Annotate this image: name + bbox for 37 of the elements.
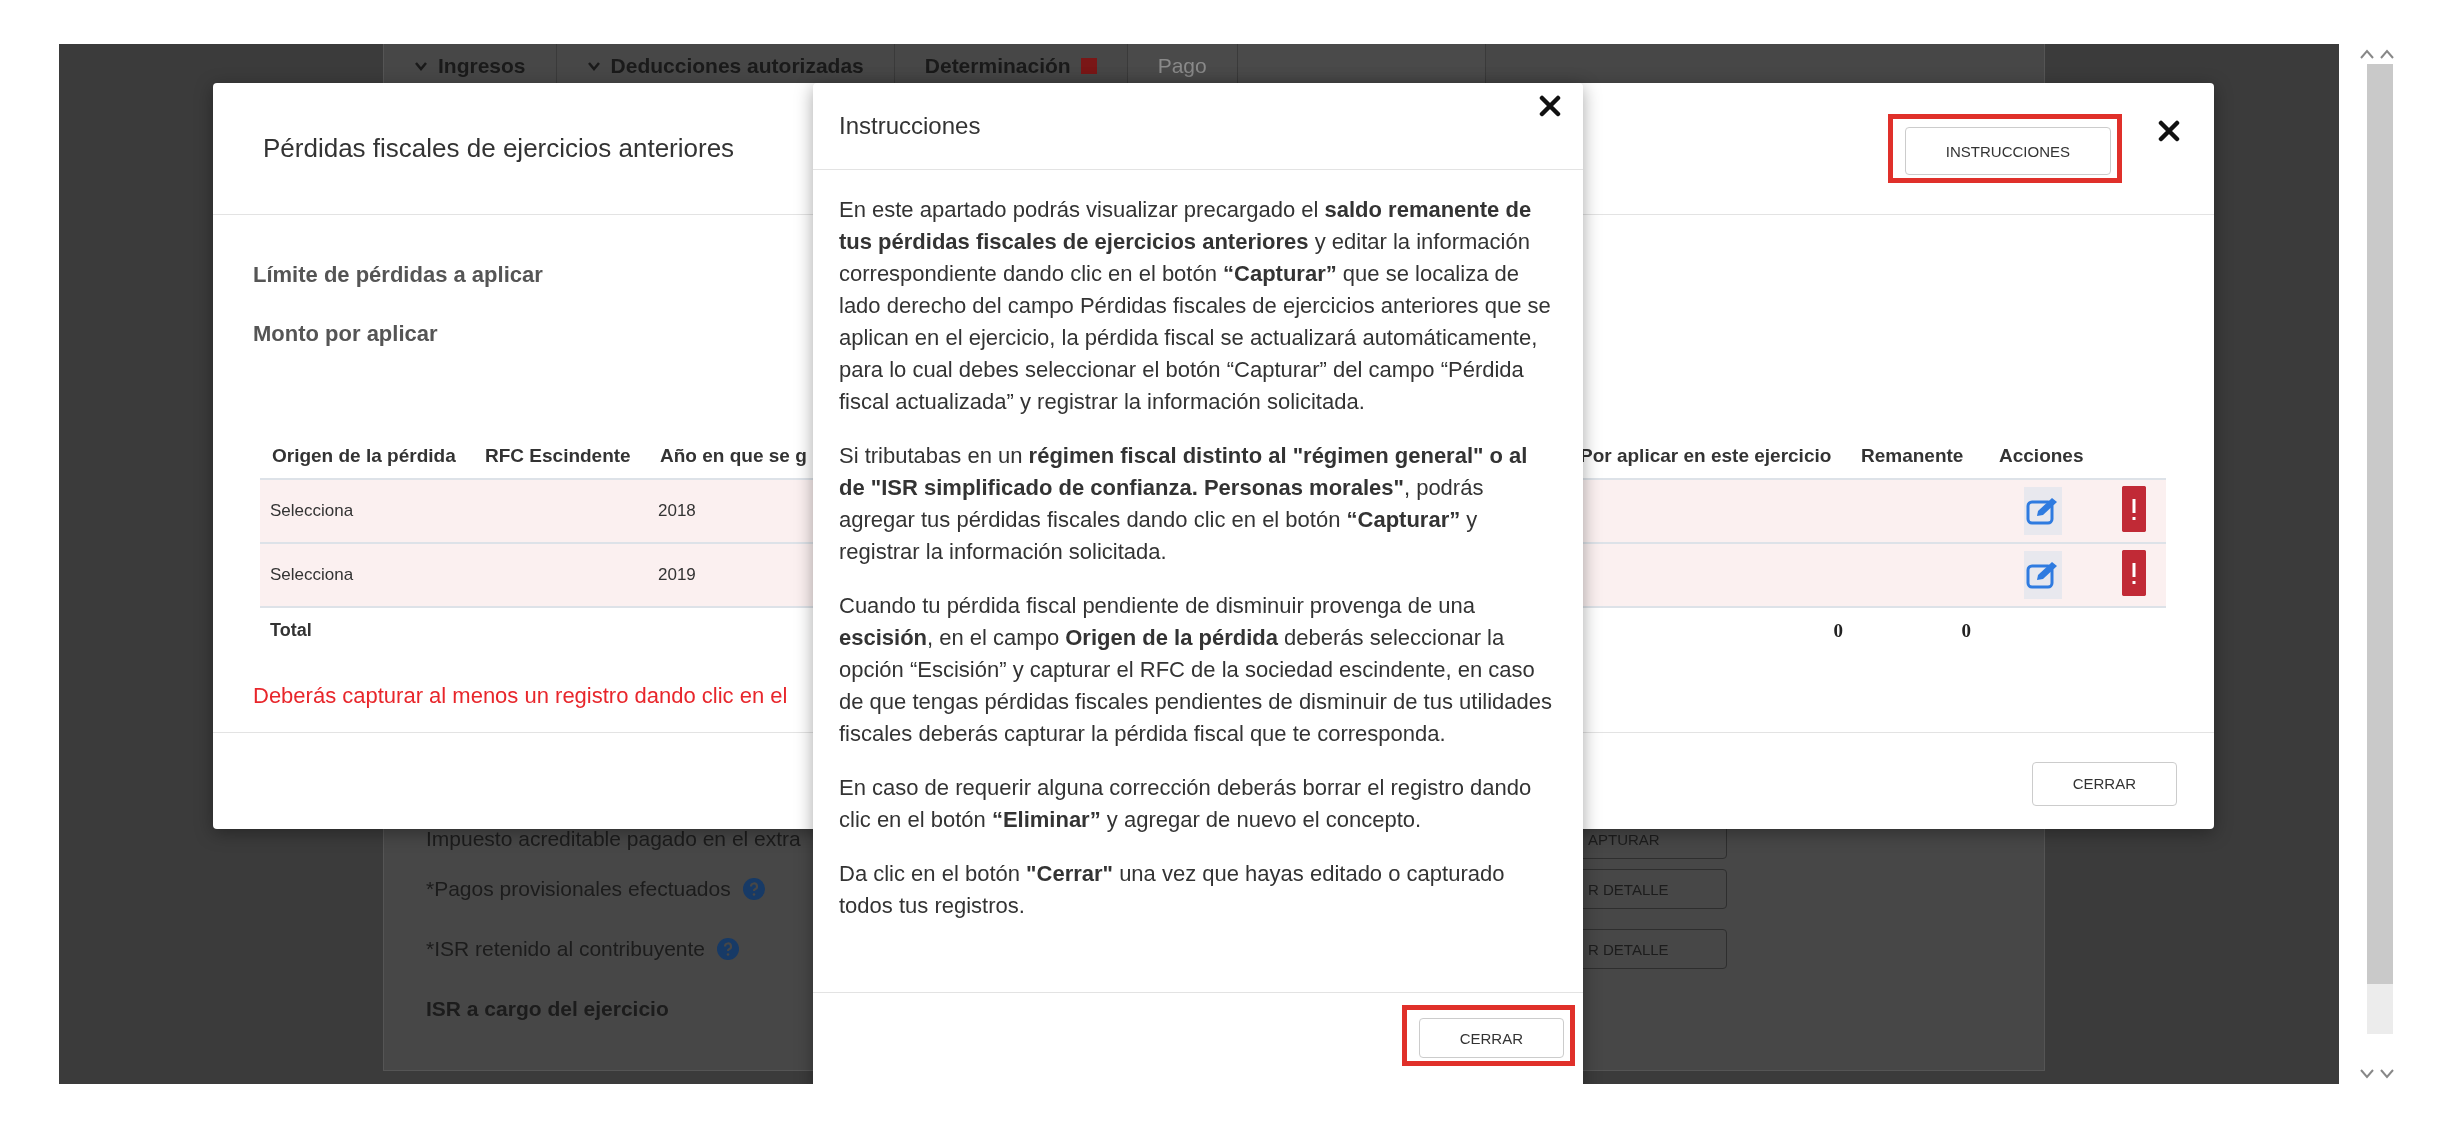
scroll-up-icon[interactable]: [2379, 48, 2395, 60]
table-cell-text: Selecciona: [269, 501, 355, 521]
edit-button[interactable]: [2024, 487, 2062, 535]
column-header: Acciones: [1998, 444, 2084, 466]
instruction-paragraph: Cuando tu pérdida fiscal pendiente de disminuir provenga de una escisión, en el campo Origen de la pérdida deberás seleccionar la opción “Escisión” y capturar el RFC de la sociedad escindente, en caso de que tengas pérdidas fiscales pendientes de disminuir de tus utilidades fiscales deberás capturar la pérdida fiscal que te corresponda.: [839, 592, 1553, 748]
table-cell-text: 2019: [657, 565, 697, 585]
dialog-title: Pérdidas fiscales de ejercicios anteriores: [263, 133, 736, 164]
column-header: Remanente: [1860, 444, 1964, 466]
field-label: Monto por aplicar: [253, 319, 438, 348]
close-button[interactable]: CERRAR: [2031, 761, 2177, 806]
scroll-up-icon[interactable]: [2359, 48, 2375, 60]
scrollbar-thumb[interactable]: [2367, 64, 2393, 984]
edit-button[interactable]: [2024, 551, 2062, 599]
table-cell-text: Selecciona: [269, 565, 355, 585]
close-button[interactable]: CERRAR: [1418, 1018, 1564, 1058]
instruction-paragraph: Si tributabas en un régimen fiscal distinto al "régimen general" o al de "ISR simplificado de confianza. Personas morales", podrás agregar tus pérdidas fiscales dando clic en el botón “Capturar” y registrar la información solicitada.: [839, 442, 1529, 566]
total-value: 0: [1832, 619, 1844, 642]
column-header: Año en que se g: [659, 444, 807, 466]
instructions-button[interactable]: INSTRUCCIONES: [1904, 127, 2111, 175]
total-label: Total: [269, 620, 313, 641]
close-icon[interactable]: [2158, 119, 2180, 142]
scroll-down-icon[interactable]: [2379, 1068, 2395, 1080]
column-header: Origen de la pérdida: [271, 444, 456, 466]
error-icon: [2122, 486, 2146, 532]
total-value: 0: [1960, 619, 1972, 642]
instruction-paragraph: En caso de requerir alguna corrección deberás borrar el registro dando clic en el botón “Eliminar” y agregar de nuevo el concepto.: [839, 774, 1533, 834]
column-header: RFC Escindente: [484, 444, 631, 466]
close-icon[interactable]: [1539, 95, 1561, 117]
alert-badge: [1080, 58, 1097, 74]
error-icon: [2122, 550, 2146, 596]
instruction-paragraph: En este apartado podrás visualizar precargado el saldo remanente de tus pérdidas fiscales de ejercicios anteriores y editar la información correspondiente dando clic en el botón “Capturar” que se localiza de lado derecho del campo Pérdidas fiscales de ejercicios anteriores que se aplican en el ejercicio, la pérdida fiscal se actualizará automáticamente, para lo cual debes seleccionar el botón “Capturar” del campo “Pérdida fiscal actualizada” y registrar la información solicitada.: [839, 196, 1552, 416]
field-label: Límite de pérdidas a aplicar: [253, 260, 543, 289]
warning-message: Deberás capturar al menos un registro dando clic en el: [253, 683, 788, 709]
table-cell-text: 2018: [657, 501, 697, 521]
scroll-down-icon[interactable]: [2359, 1068, 2375, 1080]
instruction-paragraph: Da clic en el botón "Cerrar" una vez que hayas editado o capturado todos tus registros.: [839, 860, 1506, 920]
dialog-title: Instrucciones: [839, 112, 982, 140]
